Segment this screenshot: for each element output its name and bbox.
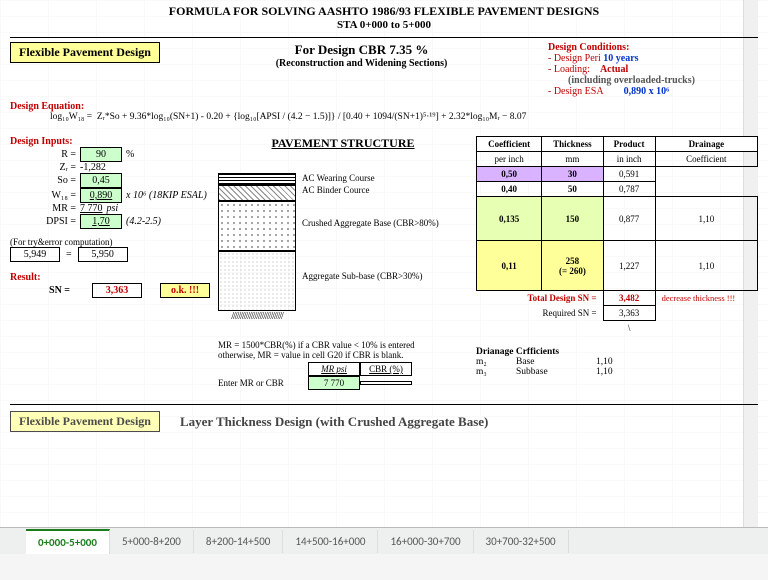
total-note: decrease thickness !!! [655,291,757,306]
tab-0[interactable]: 0+000-5+000 [26,529,110,554]
divider [10,404,758,405]
layer-graphic-ac1 [218,173,296,185]
layer-graphic-sub [218,251,296,311]
design-cbr-title: For Design CBR 7.35 % [175,42,548,58]
req-label: Required SN = [477,306,604,321]
try-a: 5,949 [10,247,60,262]
r-label: R = [10,149,80,160]
zr-label: Zᵣ = [10,162,80,173]
cbr-enter-value[interactable] [360,381,412,385]
structure-title: PAVEMENT STRUCTURE [218,136,468,151]
mr-enter-value[interactable]: 7 770 [308,376,360,390]
m3-desc: Subbase [516,367,576,377]
eq-rhs: Zᵣ*So + 9.36*log₁₀(SN+1) - 0.20 + {log₁₀… [97,112,527,122]
m2-desc: Base [516,357,576,367]
mr-enter-label: Enter MR or CBR [218,378,308,388]
table-row: 0,135 150 0,877 1,10 [477,197,758,241]
slash: \ [603,321,655,336]
cond-loading-note: (including overloaded-trucks) [548,75,758,86]
table-row: 0,40 50 0,787 [477,182,758,197]
th-thick: Thickness [542,137,603,152]
m2-label: m₂ [476,357,496,367]
layer-label-2: AC Binder Cource [302,185,468,199]
table-row: 0,50 30 0,591 [477,167,758,182]
tab-3[interactable]: 14+500-16+000 [283,530,378,553]
dpsi-label: DPSI = [10,216,80,227]
mr-label: MR = [10,203,80,214]
section-title-2: Layer Thickness Design (with Crushed Agg… [180,414,488,430]
layer-graphic-ac2 [218,185,296,201]
dpsi-unit: (4.2-2.5) [126,216,161,227]
r-unit: % [126,149,134,160]
page-subtitle: STA 0+000 to 5+000 [10,19,758,31]
structure-table: Coefficient Thickness Product Drainage p… [476,136,758,335]
w18-unit: x 10⁶ (18KIP ESAL) [126,190,207,201]
conditions-title: Design Conditions: [548,42,758,53]
cond-esal-label: - Design ESA [548,86,604,97]
section-box-2: Flexible Pavement Design [10,411,160,432]
mr-value: 7 770 [80,203,103,214]
th2-coef: per inch [477,152,542,167]
try-b: 5,950 [78,247,128,262]
dpsi-value[interactable]: 1,70 [80,214,122,229]
layer-label-4: Aggregate Sub-base (CBR>30%) [302,247,468,305]
worksheet: FORMULA FOR SOLVING AASHTO 1986/93 FLEXI… [0,0,768,554]
divider [10,37,758,38]
tab-4[interactable]: 16+000-30+700 [378,530,473,553]
sheet-tabs: 0+000-5+000 5+000-8+200 8+200-14+500 14+… [0,527,768,554]
w18-label: W₁₈ = [10,190,80,201]
th-prod: Product [603,137,655,152]
drain-title: Drianage Crfficients [476,347,758,357]
r-value[interactable]: 90 [80,147,122,162]
result-label: Result: [10,272,210,283]
ground-hatch: ///////////////////////////// [218,311,296,322]
inputs-title: Design Inputs: [10,136,210,147]
th-drain: Drainage [655,137,757,152]
layer-label-1: AC Wearing Course [302,173,468,185]
try-label: (For try&error computation) [10,237,210,247]
eq-lhs: log₁₀W₁₈ = [50,112,92,122]
cond-esal-value: 0,890 x 10⁶ [624,86,670,97]
th2-thick: mm [542,152,603,167]
mr-note2: otherwise, MR = value in cell G20 if CBR… [218,350,468,360]
mr-note1: MR = 1500*CBR(%) if a CBR value < 10% is… [218,340,468,350]
total-label: Total Design SN = [477,291,604,306]
m3-value: 1,10 [596,367,613,377]
tab-1[interactable]: 5+000-8+200 [110,530,194,553]
so-label: So = [10,175,80,186]
page-title: FORMULA FOR SOLVING AASHTO 1986/93 FLEXI… [10,4,758,19]
sn-status: o.k. !!! [160,283,210,298]
th2-drain: Coefficient [655,152,757,167]
m2-value: 1,10 [596,357,613,367]
w18-value[interactable]: 0,890 [80,188,122,203]
total-value: 3,482 [603,291,655,306]
section-note: (Reconstruction and Widening Sections) [175,58,548,69]
sn-value: 3,363 [92,283,142,298]
sn-label: SN = [10,285,74,296]
tab-5[interactable]: 30+700-32+500 [474,530,569,553]
cond-loading-value: Actual [600,64,628,75]
cond-loading-label: - Loading: [548,64,590,75]
mr-col2: CBR (%) [360,362,412,376]
th2-prod: in inch [603,152,655,167]
tab-2[interactable]: 8+200-14+500 [194,530,284,553]
cond-period-value: 10 years [603,53,638,64]
table-row: 0,11 258 (= 260) 1,227 1,10 [477,241,758,291]
mr-col1: MR psi [308,362,360,376]
layer-label-3: Crushed Aggregate Base (CBR>80%) [302,199,468,247]
so-value[interactable]: 0,45 [80,173,122,188]
th-coef: Coefficient [477,137,542,152]
layer-graphic-base [218,201,296,251]
zr-value: -1,282 [80,162,106,173]
req-value: 3,363 [603,306,655,321]
eq-label: Design Equation: [10,101,84,112]
section-box-flexible: Flexible Pavement Design [10,42,160,63]
cond-period-label: - Design Peri [548,53,601,64]
m3-label: m₃ [476,367,496,377]
mr-unit: psi [107,203,119,214]
